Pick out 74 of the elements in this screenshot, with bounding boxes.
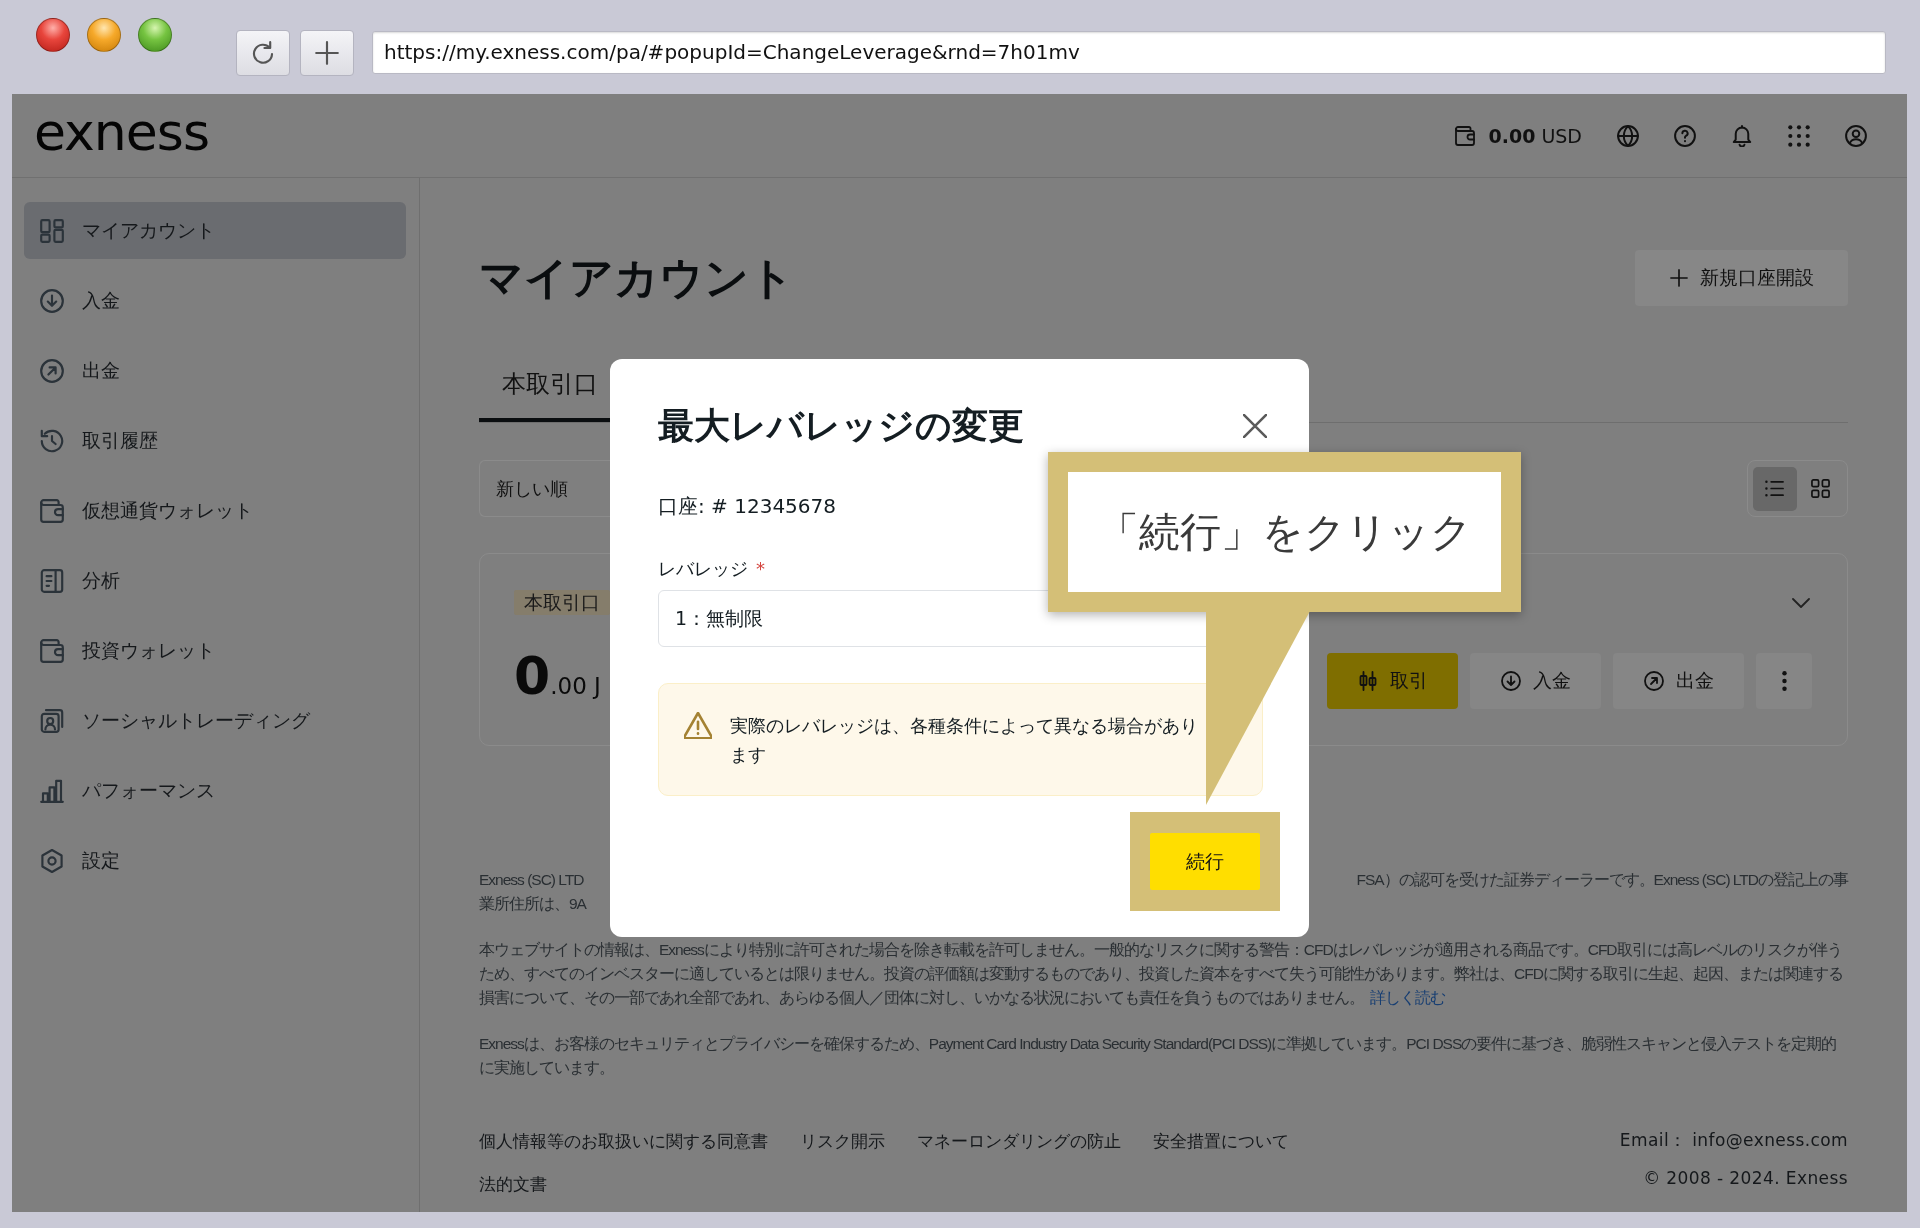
legal-notice-text: Exness (SC) LTD 業所住所は、9A: [479, 870, 586, 914]
close-window-icon[interactable]: [36, 18, 70, 52]
arrow-up-right-circle-icon: [1643, 671, 1664, 691]
sidebar-item[interactable]: 分析: [24, 552, 406, 609]
account-action-button[interactable]: 入金: [1470, 653, 1601, 709]
risk-warning-text: 本ウェブサイトの情報は、Exnessにより特別に許可された場合を除き転載を許可しません。一般的なリスクに関する警告：CFDはレバレッジが適用される商品です。CFD取引には高レベルのリスクが伴うため、すべてのインベスターに適しているとは限りません。投資の評価額は変動するものであり、投資した資本をすべて失う可能性があります。弊社は、CFDに関する取引に生起、起因、または関連する損害について、その一部であれ全部であれ、あらゆる個人／団体に対し、いかなる状況においても責任を負うものではありません。 詳しく読む: [479, 940, 1844, 1008]
sidebar-item[interactable]: ソーシャルトレーディング: [24, 692, 406, 749]
user-card-icon: [40, 708, 64, 733]
warning-text: 実際のレバレッジは、各種条件によって異なる場合があります: [730, 714, 1199, 767]
document-icon: [40, 568, 64, 593]
apps-icon[interactable]: [1788, 124, 1810, 147]
warning-icon: [684, 712, 712, 739]
help-icon[interactable]: [1674, 124, 1696, 147]
reload-icon: [251, 41, 275, 65]
legal-notice-text: FSA）の認可を受けた証券ディーラーです。Exness (SC) LTDの登記上の事: [1356, 870, 1848, 890]
bell-icon[interactable]: [1731, 124, 1753, 147]
minimize-window-icon[interactable]: [87, 18, 121, 52]
security-notice-text: Exnessは、お客様のセキュリティとプライバシーを確保するため、Payment Card Industry Data Security Standard(PCI DSS)に準拠しています。PCI DSSの要件に基づき、脆弱性スキャンと侵入テストを定期的に実施しています。: [479, 1034, 1838, 1078]
footer-link[interactable]: 個人情報等のお取扱いに関する同意書: [479, 1125, 768, 1157]
account-type-badge: 本取引口: [514, 590, 610, 615]
read-more-link[interactable]: 詳しく読む: [1370, 989, 1445, 1006]
reload-button[interactable]: [236, 30, 290, 76]
arrow-up-right-circle-icon: [40, 358, 64, 383]
candlestick-icon: [1357, 671, 1378, 691]
bar-chart-icon: [40, 778, 64, 803]
field-label: レバレッジ: [658, 557, 748, 581]
required-mark: *: [756, 557, 765, 581]
contact-email: Email： info@exness.com: [1619, 1129, 1848, 1152]
continue-button[interactable]: 続行: [1150, 833, 1260, 890]
dialog-title: 最大レバレッジの変更: [658, 404, 1024, 448]
grid-icon: [1811, 479, 1830, 498]
zoom-window-icon[interactable]: [138, 18, 172, 52]
wallet-icon[interactable]: [1454, 125, 1475, 146]
plus-icon: [315, 41, 339, 65]
new-account-button[interactable]: 新規口座開設: [1635, 250, 1848, 306]
arrow-down-circle-icon: [40, 288, 64, 313]
history-icon: [40, 428, 64, 453]
dashboard-icon: [40, 218, 64, 243]
footer-link[interactable]: 安全措置について: [1153, 1125, 1289, 1157]
list-icon: [1765, 479, 1784, 498]
settings-icon: [40, 848, 64, 873]
globe-icon[interactable]: [1617, 124, 1639, 147]
close-icon[interactable]: [1243, 414, 1267, 438]
sidebar-item[interactable]: 設定: [24, 832, 406, 889]
balance-currency[interactable]: USD: [1541, 124, 1582, 147]
footer-link[interactable]: 法的文書: [479, 1168, 547, 1200]
logo[interactable]: exness: [34, 105, 209, 158]
new-tab-button[interactable]: [300, 30, 354, 76]
account-number: 口座: # 12345678: [658, 493, 837, 520]
sidebar-item[interactable]: パフォーマンス: [24, 762, 406, 819]
footer-link[interactable]: マネーロンダリングの防止: [917, 1125, 1121, 1157]
copyright-text: © 2008 - 2024. Exness: [1643, 1167, 1848, 1190]
account-action-button[interactable]: 出金: [1613, 653, 1744, 709]
account-balance: 0.00 J: [514, 648, 601, 708]
account-action-button[interactable]: 取引: [1327, 653, 1458, 709]
user-icon[interactable]: [1845, 124, 1867, 147]
list-view-button[interactable]: [1752, 466, 1797, 511]
sidebar-item[interactable]: 出金: [24, 342, 406, 399]
callout-text: 「続行」をクリック: [1097, 506, 1472, 558]
wallet-icon: [40, 498, 64, 523]
wallet-icon: [40, 638, 64, 663]
plus-icon: [1669, 269, 1688, 287]
sidebar-item[interactable]: 仮想通貨ウォレット: [24, 482, 406, 539]
sidebar-item[interactable]: マイアカウント: [24, 202, 406, 259]
page-title: マイアカウント: [479, 251, 794, 305]
balance-amount[interactable]: 0.00: [1488, 124, 1536, 147]
more-vertical-icon: [1781, 671, 1787, 691]
chevron-down-icon[interactable]: [1792, 597, 1810, 608]
footer-link[interactable]: リスク開示: [800, 1125, 885, 1157]
arrow-down-circle-icon: [1500, 671, 1521, 691]
sidebar-item[interactable]: 入金: [24, 272, 406, 329]
sidebar-item[interactable]: 投資ウォレット: [24, 622, 406, 679]
address-field[interactable]: https://my.exness.com/pa/#popupId=ChangeLeverage&rnd=7h01mv: [372, 31, 1886, 74]
sidebar-item[interactable]: 取引履歴: [24, 412, 406, 469]
